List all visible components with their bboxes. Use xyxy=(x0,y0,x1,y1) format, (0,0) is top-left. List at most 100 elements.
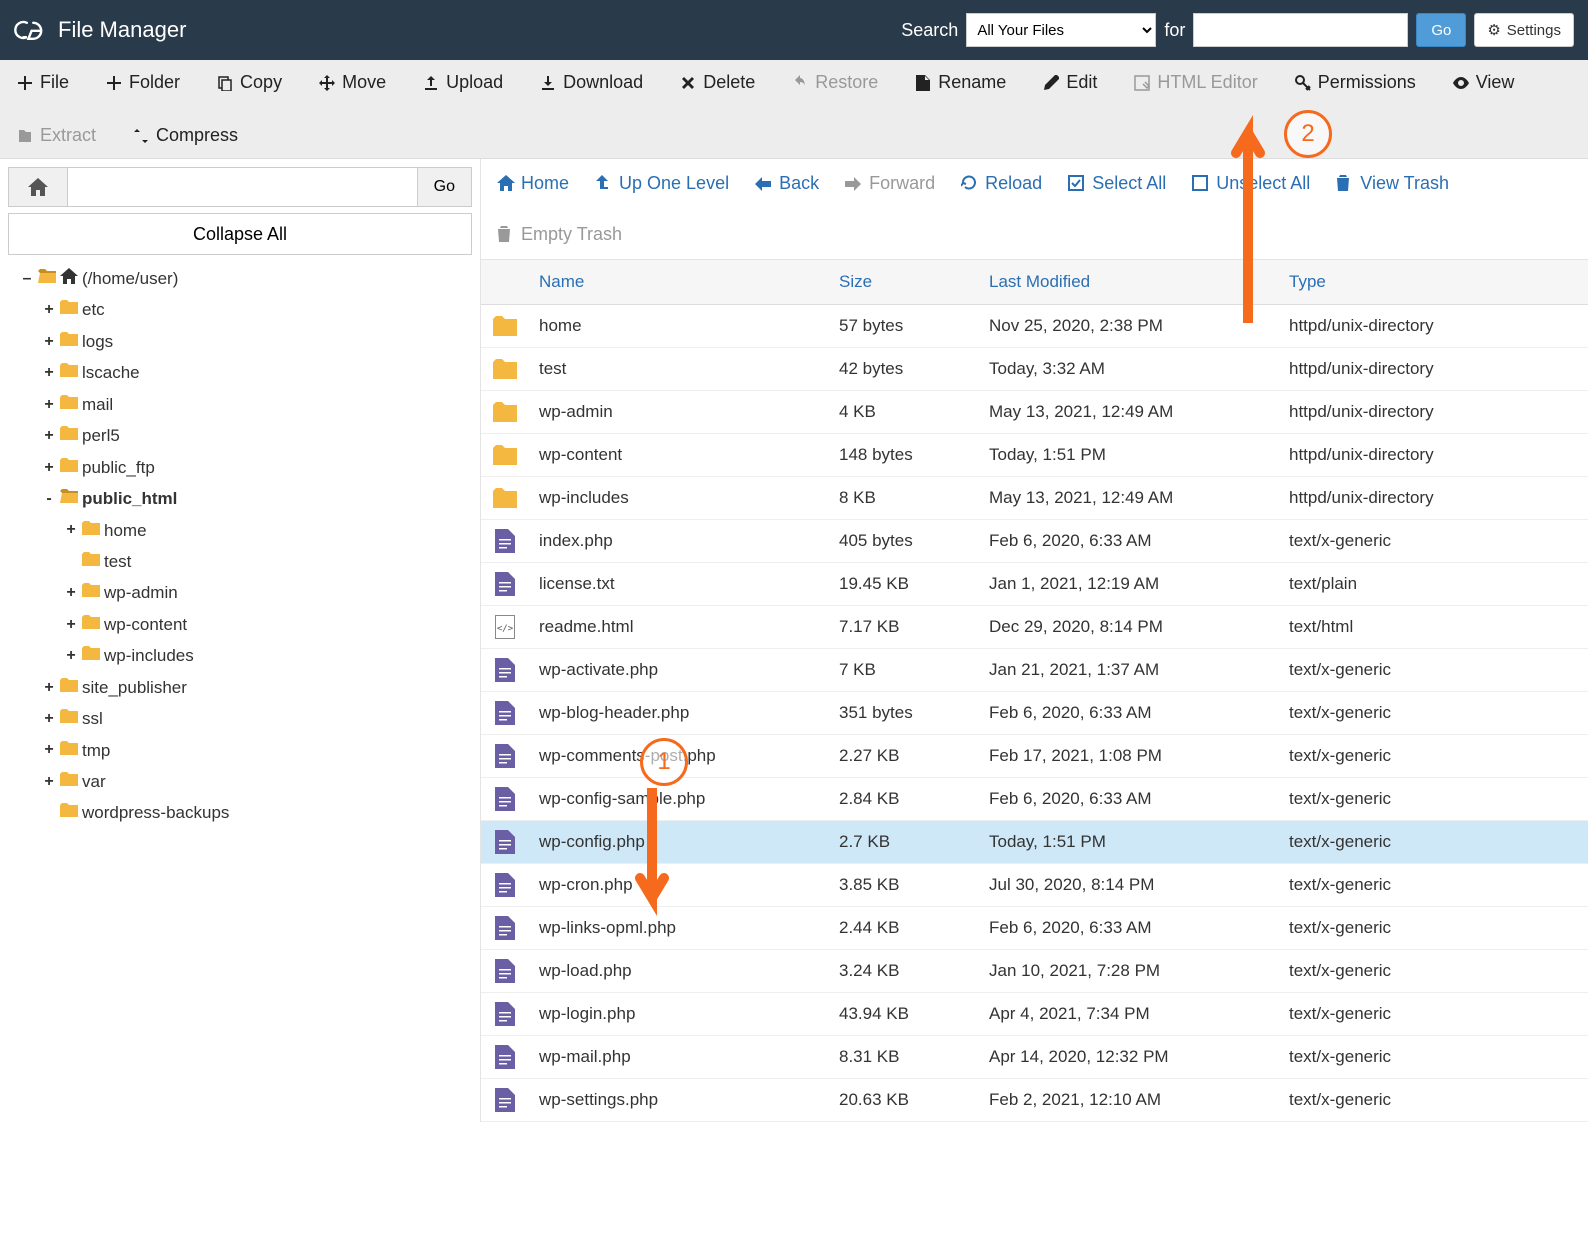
tree-item-test[interactable]: test xyxy=(64,546,472,577)
tree-toggle[interactable]: + xyxy=(42,327,56,357)
col-name[interactable]: Name xyxy=(529,260,829,305)
tree-item-wp-content[interactable]: +wp-content xyxy=(64,609,472,640)
download-button[interactable]: Download xyxy=(533,68,649,97)
html-editor-button[interactable]: HTML Editor xyxy=(1127,68,1263,97)
move-button[interactable]: Move xyxy=(312,68,392,97)
delete-button[interactable]: Delete xyxy=(673,68,761,97)
rename-button[interactable]: Rename xyxy=(908,68,1012,97)
tree-item-logs[interactable]: +logs xyxy=(42,326,472,357)
col-type[interactable]: Type xyxy=(1279,260,1588,305)
tree-toggle[interactable]: + xyxy=(42,673,56,703)
compress-button[interactable]: Compress xyxy=(126,121,244,150)
file-row[interactable]: home57 bytesNov 25, 2020, 2:38 PMhttpd/u… xyxy=(481,305,1588,348)
empty-trash-button[interactable]: Empty Trash xyxy=(495,220,624,249)
reload-button[interactable]: Reload xyxy=(959,169,1044,198)
file-row[interactable]: wp-login.php43.94 KBApr 4, 2021, 7:34 PM… xyxy=(481,993,1588,1036)
file-text-icon xyxy=(481,563,529,606)
view-trash-button[interactable]: View Trash xyxy=(1334,169,1451,198)
home-icon xyxy=(60,263,78,294)
settings-button[interactable]: ⚙ Settings xyxy=(1474,13,1574,47)
annotation-1-arrow xyxy=(632,788,672,921)
search-scope-select[interactable]: All Your Files xyxy=(966,13,1156,47)
file-type: text/x-generic xyxy=(1279,778,1588,821)
file-name: readme.html xyxy=(529,606,829,649)
file-row[interactable]: wp-blog-header.php351 bytesFeb 6, 2020, … xyxy=(481,692,1588,735)
tree-toggle[interactable]: + xyxy=(64,610,78,640)
tree-item-wp-admin[interactable]: +wp-admin xyxy=(64,577,472,608)
file-type: text/x-generic xyxy=(1279,1036,1588,1079)
home-button[interactable]: Home xyxy=(495,169,571,198)
tree-item-tmp[interactable]: +tmp xyxy=(42,735,472,766)
file-html-icon: </> xyxy=(481,606,529,649)
file-size: 2.7 KB xyxy=(829,821,979,864)
search-go-button[interactable]: Go xyxy=(1416,13,1466,47)
tree-item-wp-includes[interactable]: +wp-includes xyxy=(64,640,472,671)
tree-toggle[interactable]: + xyxy=(64,515,78,545)
back-button[interactable]: Back xyxy=(753,169,821,198)
extract-icon xyxy=(16,127,34,145)
tree-item-etc[interactable]: +etc xyxy=(42,294,472,325)
file-row[interactable]: wp-admin4 KBMay 13, 2021, 12:49 AMhttpd/… xyxy=(481,391,1588,434)
col-size[interactable]: Size xyxy=(829,260,979,305)
upload-button[interactable]: Upload xyxy=(416,68,509,97)
home-icon-button[interactable] xyxy=(8,167,68,207)
file-row[interactable]: license.txt19.45 KBJan 1, 2021, 12:19 AM… xyxy=(481,563,1588,606)
tree-toggle[interactable]: + xyxy=(42,390,56,420)
tree-toggle[interactable]: + xyxy=(42,295,56,325)
forward-button[interactable]: Forward xyxy=(843,169,937,198)
tree-item-public_ftp[interactable]: +public_ftp xyxy=(42,452,472,483)
col-icon[interactable] xyxy=(481,260,529,305)
tree-item-var[interactable]: +var xyxy=(42,766,472,797)
file-row[interactable]: index.php405 bytesFeb 6, 2020, 6:33 AMte… xyxy=(481,520,1588,563)
home-icon xyxy=(497,175,515,193)
tree-toggle[interactable]: + xyxy=(42,453,56,483)
file-row[interactable]: wp-mail.php8.31 KBApr 14, 2020, 12:32 PM… xyxy=(481,1036,1588,1079)
tree-root[interactable]: –(/home/user) xyxy=(20,263,472,294)
tree-toggle[interactable]: + xyxy=(42,735,56,765)
tree-item-home[interactable]: +home xyxy=(64,515,472,546)
folder-icon xyxy=(60,735,78,766)
file-row[interactable]: wp-includes8 KBMay 13, 2021, 12:49 AMhtt… xyxy=(481,477,1588,520)
tree-toggle[interactable]: + xyxy=(42,421,56,451)
extract-button[interactable]: Extract xyxy=(10,121,102,150)
file-row[interactable]: wp-content148 bytesToday, 1:51 PMhttpd/u… xyxy=(481,434,1588,477)
tree-item-perl5[interactable]: +perl5 xyxy=(42,420,472,451)
file-type: httpd/unix-directory xyxy=(1279,434,1588,477)
tree-item-ssl[interactable]: +ssl xyxy=(42,703,472,734)
tree-toggle[interactable]: + xyxy=(42,704,56,734)
select-all-button[interactable]: Select All xyxy=(1066,169,1168,198)
tree-item-mail[interactable]: +mail xyxy=(42,389,472,420)
file-modified: Feb 6, 2020, 6:33 AM xyxy=(979,907,1279,950)
collapse-all-button[interactable]: Collapse All xyxy=(8,213,472,255)
file-row[interactable]: wp-load.php3.24 KBJan 10, 2021, 7:28 PMt… xyxy=(481,950,1588,993)
path-go-button[interactable]: Go xyxy=(418,167,472,207)
file-row[interactable]: wp-settings.php20.63 KBFeb 2, 2021, 12:1… xyxy=(481,1079,1588,1122)
tool-label: File xyxy=(40,72,69,93)
tree-toggle[interactable]: - xyxy=(42,484,56,514)
tree-toggle[interactable]: – xyxy=(20,264,34,294)
file-row[interactable]: wp-activate.php7 KBJan 21, 2021, 1:37 AM… xyxy=(481,649,1588,692)
up-button[interactable]: Up One Level xyxy=(593,169,731,198)
tree-item-lscache[interactable]: +lscache xyxy=(42,357,472,388)
tree-item-site_publisher[interactable]: +site_publisher xyxy=(42,672,472,703)
tree-item-public_html[interactable]: -public_html xyxy=(42,483,472,514)
tool-label: Move xyxy=(342,72,386,93)
annotation-1-circle: 1 xyxy=(640,738,688,786)
copy-button[interactable]: Copy xyxy=(210,68,288,97)
file-row[interactable]: test42 bytesToday, 3:32 AMhttpd/unix-dir… xyxy=(481,348,1588,391)
file-row[interactable]: </>readme.html7.17 KBDec 29, 2020, 8:14 … xyxy=(481,606,1588,649)
folder-button[interactable]: Folder xyxy=(99,68,186,97)
cpanel-logo-icon xyxy=(14,16,46,44)
file-button[interactable]: File xyxy=(10,68,75,97)
view-button[interactable]: View xyxy=(1446,68,1521,97)
tree-toggle[interactable]: + xyxy=(42,358,56,388)
tree-toggle[interactable]: + xyxy=(64,578,78,608)
permissions-button[interactable]: Permissions xyxy=(1288,68,1422,97)
search-input[interactable] xyxy=(1193,13,1408,47)
tree-toggle[interactable]: + xyxy=(64,641,78,671)
edit-button[interactable]: Edit xyxy=(1036,68,1103,97)
path-input[interactable] xyxy=(68,167,418,207)
tree-item-wordpress-backups[interactable]: wordpress-backups xyxy=(42,797,472,828)
restore-button[interactable]: Restore xyxy=(785,68,884,97)
tree-toggle[interactable]: + xyxy=(42,767,56,797)
